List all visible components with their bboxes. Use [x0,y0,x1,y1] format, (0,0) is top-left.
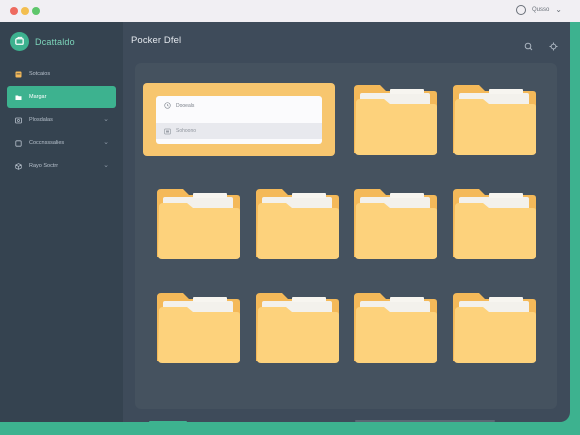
folder-icon [15,94,22,101]
sidebar-item-plosdalas[interactable]: Plosdalas ⌄ [7,109,116,131]
image-icon [15,117,22,124]
details-row[interactable]: Dooeals [164,102,194,109]
sidebar-item-label: Margar [29,94,47,100]
titlebar-controls: Qusso ⌄ [515,5,562,15]
details-row-selected[interactable]: Sohoono [156,123,322,139]
account-icon[interactable] [515,5,526,15]
details-row-label: Sohoono [176,128,197,134]
sidebar-item-label: Plosdalas [29,117,53,123]
chevron-down-icon: ⌄ [103,139,109,146]
square-icon [15,139,22,147]
folder-details-card[interactable]: Dooeals Sohoono [143,83,335,156]
folder-8[interactable] [252,287,342,365]
folder-7[interactable] [153,287,243,365]
folder-9[interactable] [350,287,440,365]
folder-grid-panel: Dooeals Sohoono [135,63,557,422]
file-icon [15,71,22,78]
page-title: Pocker Dfel [131,35,182,46]
scroll-track[interactable] [355,420,495,422]
folder-6[interactable] [449,183,539,261]
folder-3[interactable] [153,183,243,261]
sidebar: Dcattaldo Sotcaios Margar Plosdalas ⌄ Co… [0,22,123,422]
clock-icon [164,102,171,109]
sidebar-item-sotcaios[interactable]: Sotcaios [7,63,116,85]
chevron-down-icon: ⌄ [103,162,109,169]
sidebar-item-coccnsssalies[interactable]: Coccnsssalies ⌄ [7,132,116,154]
app-name: Dcattaldo [35,36,75,47]
settings-icon[interactable] [549,38,558,51]
sidebar-item-rayo-soctrr[interactable]: Rayo Soctrr ⌄ [7,155,116,177]
app-window: Dcattaldo Sotcaios Margar Plosdalas ⌄ Co… [0,22,570,422]
details-list: Dooeals Sohoono [156,96,322,144]
search-icon[interactable] [524,38,533,51]
minimize-window-button[interactable] [21,7,29,15]
sidebar-item-margar[interactable]: Margar [7,86,116,108]
window-titlebar: Qusso ⌄ [0,0,580,22]
chevron-down-icon[interactable]: ⌄ [555,6,562,14]
chevron-down-icon: ⌄ [103,116,109,123]
brand[interactable]: Dcattaldo [10,32,75,51]
folder-10[interactable] [449,287,539,365]
sidebar-nav: Sotcaios Margar Plosdalas ⌄ Coccnsssalie… [7,62,116,178]
folder-1[interactable] [350,79,440,157]
folder-4[interactable] [252,183,342,261]
image-icon [164,128,171,135]
folder-2[interactable] [449,79,539,157]
details-row-label: Dooeals [176,102,195,109]
sidebar-item-label: Coccnsssalies [29,140,65,146]
sidebar-item-label: Sotcaios [29,71,51,77]
sidebar-item-label: Rayo Soctrr [29,163,59,169]
folder-5[interactable] [350,183,440,261]
app-logo-icon [10,32,29,51]
progress-indicator [149,421,187,422]
close-window-button[interactable] [10,7,18,15]
cube-icon [15,162,22,170]
maximize-window-button[interactable] [32,7,40,15]
titlebar-label: Qusso [531,7,550,13]
